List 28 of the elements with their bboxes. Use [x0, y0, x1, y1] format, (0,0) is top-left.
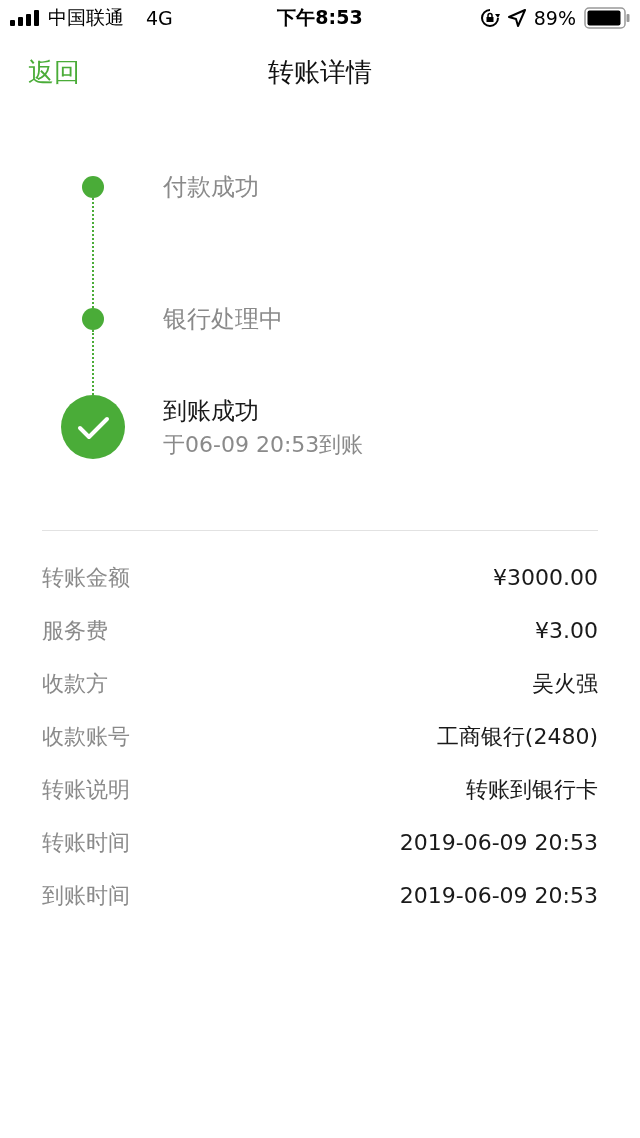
detail-value: 转账到银行卡	[466, 775, 598, 804]
detail-label: 收款账号	[42, 722, 130, 751]
detail-value: 2019-06-09 20:53	[399, 883, 598, 908]
detail-value: ¥3.00	[535, 618, 598, 643]
step-note: 于06-09 20:53到账	[163, 431, 364, 459]
back-link[interactable]: 返回	[28, 54, 80, 90]
location-icon	[507, 9, 526, 27]
detail-label: 转账金额	[42, 563, 130, 592]
detail-value: 吴火强	[532, 669, 598, 698]
network-type: 4G	[146, 7, 173, 29]
detail-label: 到账时间	[42, 881, 130, 910]
status-time: 下午8:53	[277, 5, 363, 30]
detail-value: ¥3000.00	[493, 565, 598, 590]
step-title: 付款成功	[163, 176, 259, 198]
battery-percent: 89%	[533, 7, 576, 29]
step-title: 银行处理中	[163, 308, 283, 330]
rotation-lock-icon	[479, 8, 500, 28]
page-title: 转账详情	[268, 55, 372, 89]
detail-value: 2019-06-09 20:53	[399, 830, 598, 855]
detail-label: 服务费	[42, 616, 108, 645]
carrier-name: 中国联通	[48, 5, 124, 30]
step-title: 到账成功	[163, 398, 260, 424]
signal-icon	[10, 10, 40, 26]
detail-label: 转账说明	[42, 775, 130, 804]
battery-icon	[584, 7, 630, 29]
detail-value: 工商银行(2480)	[436, 722, 598, 751]
detail-label: 收款方	[42, 669, 108, 698]
detail-label: 转账时间	[42, 828, 130, 857]
